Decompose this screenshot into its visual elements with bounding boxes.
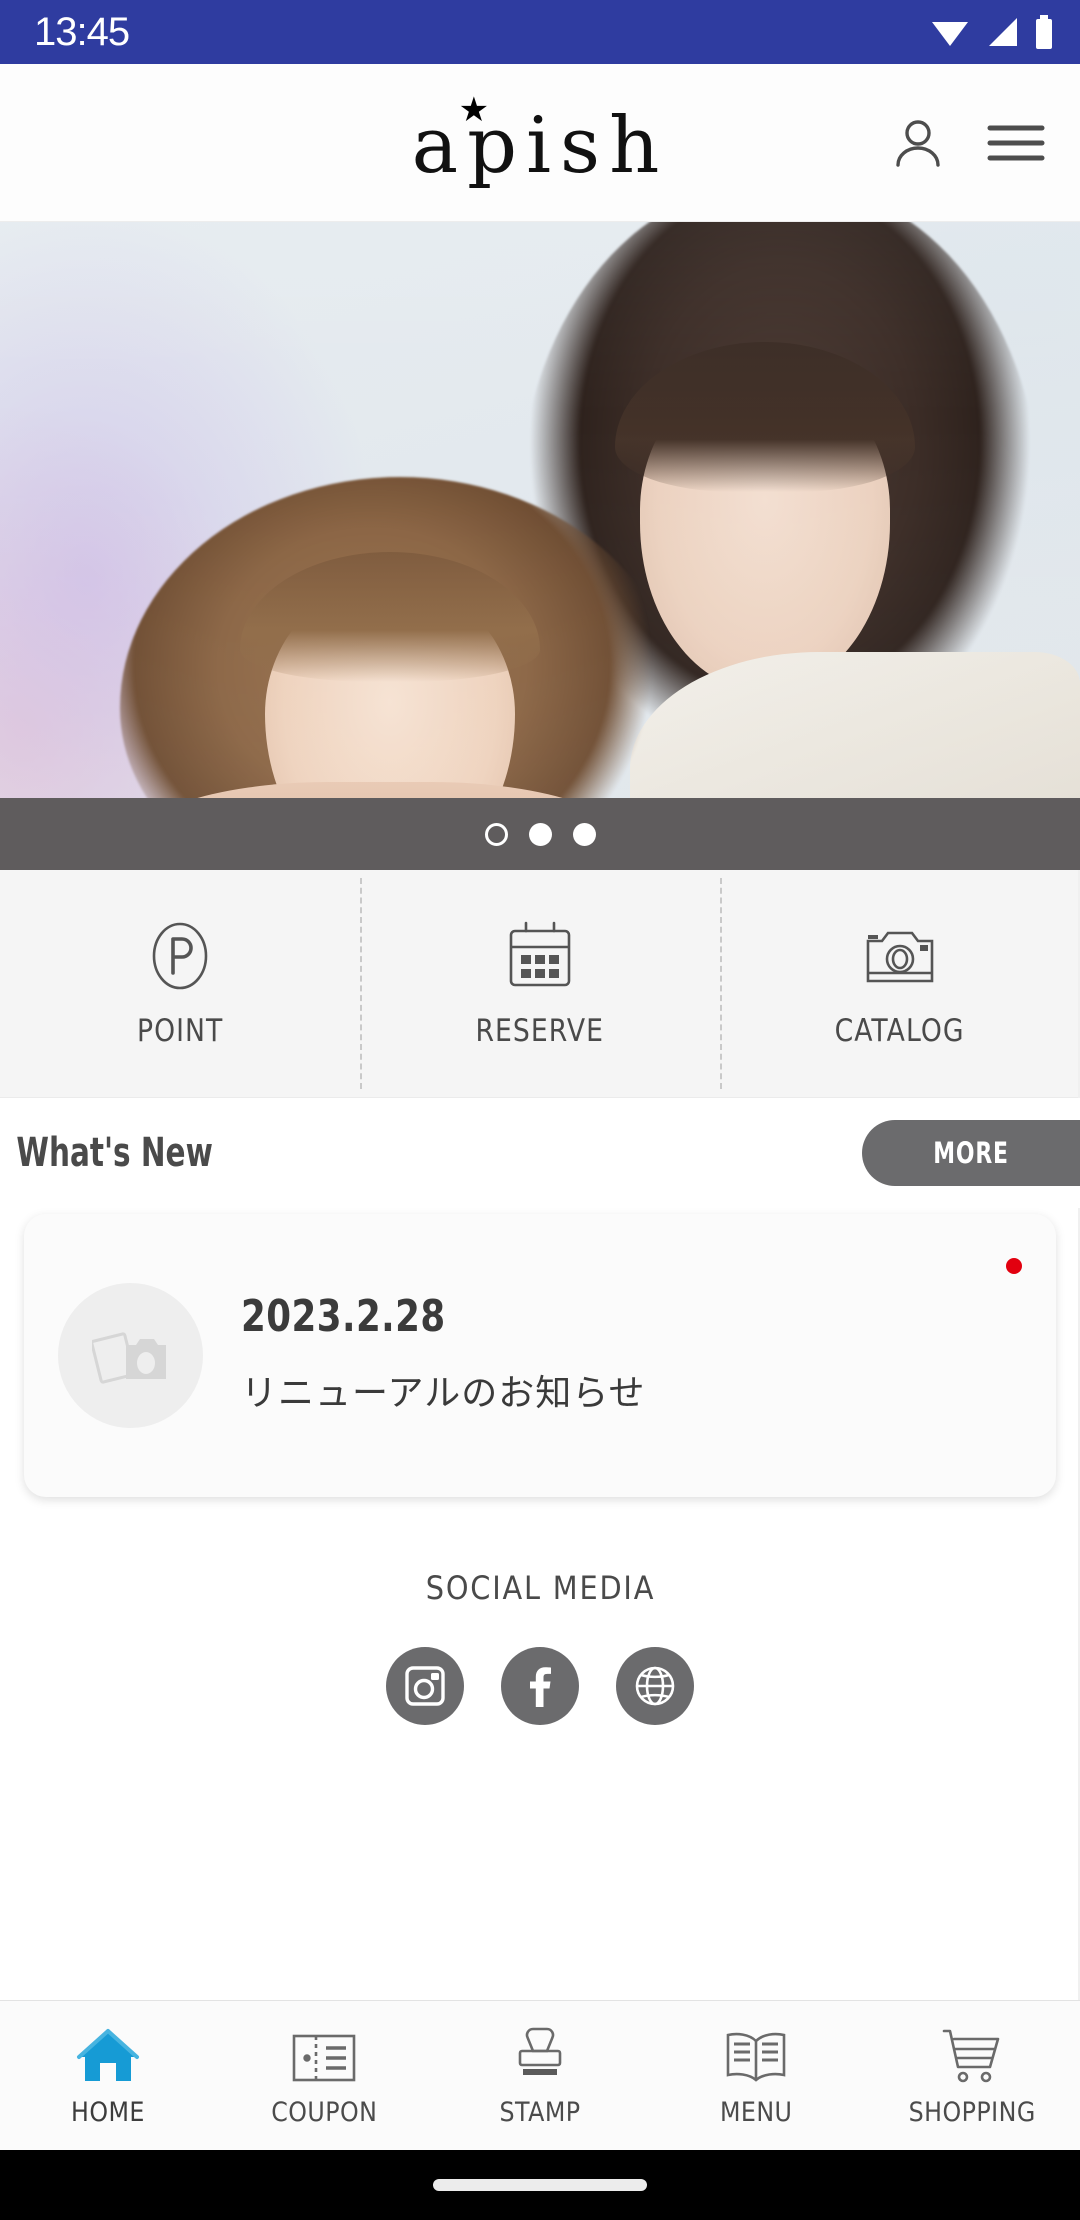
whats-new-list: 2023.2.28 リニューアルのお知らせ [0, 1208, 1080, 1497]
signal-icon [984, 16, 1020, 48]
nav-label: COUPON [270, 2097, 378, 2128]
hamburger-menu-icon[interactable] [986, 120, 1046, 166]
list-item[interactable]: 2023.2.28 リニューアルのお知らせ [24, 1214, 1056, 1497]
more-button-label: MORE [933, 1136, 1009, 1170]
carousel-dot-1[interactable] [484, 822, 508, 846]
home-icon [75, 2023, 141, 2085]
globe-icon[interactable] [616, 1647, 694, 1725]
quick-action-label: POINT [136, 1012, 224, 1049]
page-scroll-container[interactable]: POINT RESERVE CATALOG What's New MORE 20… [0, 222, 1080, 2000]
carousel-dot-3[interactable] [572, 822, 596, 846]
quick-action-point[interactable]: POINT [0, 870, 360, 1097]
stamp-icon [509, 2023, 571, 2085]
nav-item-home[interactable]: HOME [0, 2001, 216, 2150]
point-circle-p-icon [146, 919, 214, 993]
news-title: リニューアルのお知らせ [241, 1373, 646, 1414]
shopping-cart-icon [938, 2023, 1006, 2085]
status-icons [930, 15, 1054, 49]
app-root: 13:45 ★ apish POINT RESERVE CATALOG What… [0, 0, 1080, 2220]
brand-name: apish [411, 100, 669, 191]
whats-new-section-header: What's New MORE [0, 1098, 1080, 1208]
nav-item-stamp[interactable]: STAMP [432, 2001, 648, 2150]
status-badge [1006, 1258, 1022, 1274]
brand-star-icon: ★ [458, 90, 490, 129]
social-media-section: SOCIAL MEDIA [0, 1497, 1080, 2000]
person-icon[interactable] [890, 115, 946, 171]
coupon-ticket-icon [290, 2023, 358, 2085]
status-time: 13:45 [34, 10, 130, 54]
quick-action-catalog[interactable]: CATALOG [720, 870, 1080, 1097]
carousel-dots[interactable] [0, 798, 1080, 870]
nav-label: MENU [719, 2097, 793, 2128]
quick-actions-row: POINT RESERVE CATALOG [0, 870, 1080, 1098]
camera-icon [862, 919, 938, 993]
open-book-icon [721, 2023, 791, 2085]
home-indicator[interactable] [433, 2179, 647, 2191]
nav-label: SHOPPING [908, 2097, 1036, 2128]
hero-carousel[interactable] [0, 222, 1080, 870]
battery-icon [1034, 15, 1054, 49]
app-header: ★ apish [0, 64, 1080, 222]
nav-label: STAMP [499, 2097, 581, 2128]
nav-label: HOME [71, 2097, 145, 2128]
quick-action-label: RESERVE [475, 1012, 605, 1049]
quick-action-reserve[interactable]: RESERVE [360, 870, 720, 1097]
social-media-links [386, 1647, 694, 1725]
nav-item-shopping[interactable]: SHOPPING [864, 2001, 1080, 2150]
header-actions [890, 115, 1080, 171]
social-media-title: SOCIAL MEDIA [425, 1569, 655, 1607]
carousel-dot-2[interactable] [528, 822, 552, 846]
hero-image [0, 222, 1080, 870]
quick-action-label: CATALOG [834, 1012, 965, 1049]
more-button[interactable]: MORE [862, 1120, 1080, 1186]
status-bar: 13:45 [0, 0, 1080, 64]
photo-placeholder-icon [58, 1283, 203, 1428]
instagram-icon[interactable] [386, 1647, 464, 1725]
page-title: What's New [16, 1130, 213, 1176]
news-date: 2023.2.28 [241, 1291, 446, 1342]
bottom-navigation: HOME COUPON STAMP MENU SHOPPING [0, 2000, 1080, 2150]
wifi-icon [930, 16, 970, 48]
gesture-navigation-bar [0, 2150, 1080, 2220]
facebook-icon[interactable] [501, 1647, 579, 1725]
nav-item-menu[interactable]: MENU [648, 2001, 864, 2150]
nav-item-coupon[interactable]: COUPON [216, 2001, 432, 2150]
calendar-icon [504, 919, 576, 993]
list-item-content: 2023.2.28 リニューアルのお知らせ [241, 1291, 645, 1420]
